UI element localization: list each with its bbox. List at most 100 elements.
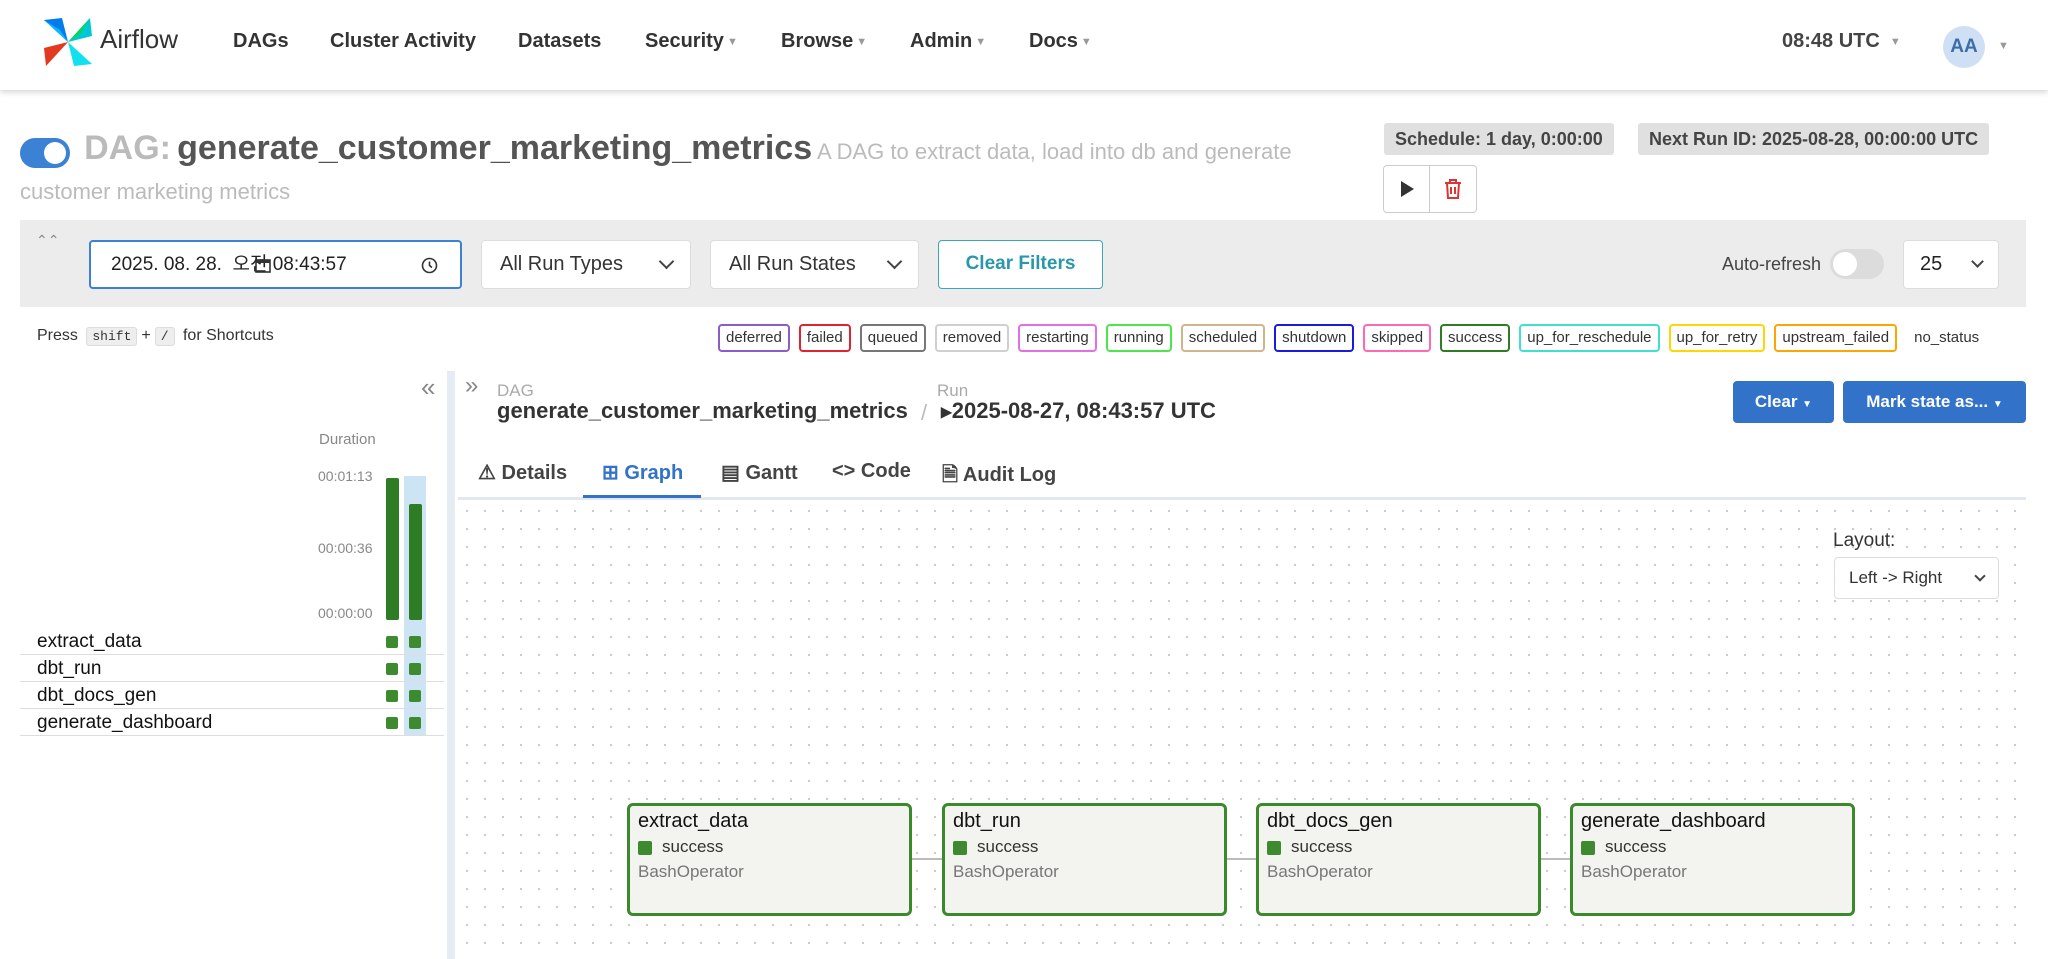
caret-down-icon: ▼ — [856, 35, 868, 48]
num-runs-select[interactable]: 25 — [1903, 240, 1999, 289]
task-row[interactable]: dbt_docs_gen — [20, 682, 444, 709]
airflow-logo[interactable]: Airflow — [40, 14, 178, 70]
graph-node[interactable]: generate_dashboard success BashOperator — [1570, 803, 1855, 916]
run-duration-bar[interactable] — [386, 478, 399, 620]
nav-datasets[interactable]: Datasets — [518, 30, 601, 53]
tab-details-label: Details — [501, 462, 568, 484]
nav-admin[interactable]: Admin ▼ — [910, 30, 986, 53]
delete-dag-button[interactable] — [1430, 165, 1477, 213]
clock-icon[interactable] — [421, 257, 438, 274]
breadcrumb-run-value: 2025-08-27, 08:43:57 UTC — [951, 398, 1216, 423]
state-badge-restarting[interactable]: restarting — [1018, 324, 1097, 352]
task-instance-square[interactable] — [386, 717, 398, 729]
expand-right-icon[interactable]: » — [465, 372, 478, 400]
state-badge-success[interactable]: success — [1440, 324, 1511, 352]
breadcrumb-run[interactable]: ▶2025-08-27, 08:43:57 UTC — [941, 398, 1216, 424]
state-badge-no_status[interactable]: no_status — [1906, 324, 1987, 352]
tab-audit-log[interactable]: 🗎 Audit Log — [942, 460, 1056, 494]
node-state-square — [1581, 841, 1595, 855]
node-operator: BashOperator — [953, 862, 1059, 881]
avatar[interactable]: AA — [1943, 26, 1985, 68]
graph-edge — [1540, 858, 1571, 860]
utc-clock-label: 08:48 UTC — [1782, 30, 1880, 52]
state-badge-scheduled[interactable]: scheduled — [1180, 324, 1266, 352]
tab-graph-label: Graph — [624, 462, 684, 484]
task-instance-square[interactable] — [409, 717, 421, 729]
nav-security[interactable]: Security ▼ — [645, 30, 738, 53]
task-instance-square[interactable] — [386, 636, 398, 648]
node-state: success — [977, 837, 1039, 856]
graph-node[interactable]: dbt_docs_gen success BashOperator — [1256, 803, 1541, 916]
selected-run-duration-bar[interactable] — [409, 504, 422, 620]
run-type-select[interactable]: All Run Types — [481, 240, 691, 289]
play-icon — [1400, 181, 1414, 197]
dag-pause-toggle[interactable] — [20, 138, 70, 169]
pinwheel-icon — [44, 18, 92, 66]
state-badge-queued[interactable]: queued — [859, 324, 926, 352]
shift-key: shift — [86, 327, 138, 346]
mark-state-button[interactable]: Mark state as... ▼ — [1843, 381, 2026, 423]
tab-gantt[interactable]: ▤ Gantt — [721, 460, 798, 485]
state-badge-up_for_retry[interactable]: up_for_retry — [1668, 324, 1766, 352]
task-instance-square[interactable] — [409, 690, 421, 702]
tab-details[interactable]: ⚠ Details — [478, 460, 567, 485]
state-badge-skipped[interactable]: skipped — [1363, 324, 1432, 352]
state-badge-removed[interactable]: removed — [934, 324, 1010, 352]
task-instance-square[interactable] — [386, 690, 398, 702]
task-name: dbt_run — [37, 658, 102, 679]
duration-tick: 00:00:00 — [318, 605, 373, 621]
execution-date-value: 2025. 08. 28. 오전 08:43:57 — [111, 254, 347, 275]
state-badge-shutdown[interactable]: shutdown — [1274, 324, 1355, 352]
task-row[interactable]: extract_data — [20, 628, 444, 655]
caret-down-icon[interactable]: ▼ — [1998, 40, 2009, 52]
nav-cluster-activity[interactable]: Cluster Activity — [330, 30, 476, 53]
task-row[interactable]: dbt_run — [20, 655, 444, 682]
duration-tick: 00:01:13 — [318, 468, 373, 484]
execution-date-input[interactable]: 2025. 08. 28. 오전 08:43:57 — [89, 240, 462, 289]
task-instance-square[interactable] — [409, 636, 421, 648]
tab-graph[interactable]: ⊞ Graph — [602, 460, 683, 485]
auto-refresh-toggle[interactable] — [1830, 249, 1884, 279]
node-state-square — [953, 841, 967, 855]
caret-down-icon: ▼ — [1802, 399, 1813, 410]
schedule-badge: Schedule: 1 day, 0:00:00 — [1384, 123, 1614, 155]
state-badge-deferred[interactable]: deferred — [718, 324, 790, 352]
pane-divider[interactable] — [447, 371, 455, 959]
collapse-left-icon[interactable]: « — [421, 372, 435, 403]
graph-node[interactable]: extract_data success BashOperator — [627, 803, 912, 916]
nav-dags[interactable]: DAGs — [233, 30, 289, 53]
nav-datasets-label: Datasets — [518, 30, 602, 52]
nav-docs-label: Docs — [1029, 30, 1078, 52]
calendar-icon[interactable] — [255, 257, 271, 273]
node-task-name: dbt_docs_gen — [1267, 810, 1393, 832]
shortcut-plus: + — [141, 327, 151, 344]
tab-code[interactable]: <> Code — [832, 460, 911, 483]
node-operator: BashOperator — [1267, 862, 1373, 881]
task-instance-square[interactable] — [386, 663, 398, 675]
nav-browse[interactable]: Browse ▼ — [781, 30, 867, 53]
trigger-dag-button[interactable] — [1383, 165, 1430, 213]
layout-select[interactable]: Left -> Right — [1834, 557, 1999, 599]
state-badge-up_for_reschedule[interactable]: up_for_reschedule — [1519, 324, 1660, 352]
node-state-square — [1267, 841, 1281, 855]
collapse-up-icon[interactable]: ⌃⌃ — [36, 232, 59, 249]
run-state-select[interactable]: All Run States — [710, 240, 919, 289]
breadcrumb-dag-name[interactable]: generate_customer_marketing_metrics — [497, 398, 908, 424]
mark-state-button-label: Mark state as... — [1866, 392, 1989, 411]
code-icon: <> — [832, 460, 856, 482]
clear-button-label: Clear — [1754, 392, 1798, 411]
utc-clock[interactable]: 08:48 UTC ▼ — [1782, 30, 1901, 53]
graph-node[interactable]: dbt_run success BashOperator — [942, 803, 1227, 916]
shortcut-press: Press — [37, 327, 78, 344]
node-task-name: dbt_run — [953, 810, 1021, 832]
state-badge-failed[interactable]: failed — [798, 324, 851, 352]
task-row[interactable]: generate_dashboard — [20, 709, 444, 736]
state-badge-upstream_failed[interactable]: upstream_failed — [1774, 324, 1898, 352]
state-badge-running[interactable]: running — [1105, 324, 1172, 352]
task-instance-square[interactable] — [409, 663, 421, 675]
node-state-square — [638, 841, 652, 855]
nav-docs[interactable]: Docs ▼ — [1029, 30, 1092, 53]
clear-button[interactable]: Clear ▼ — [1733, 381, 1834, 423]
clear-filters-button[interactable]: Clear Filters — [938, 240, 1103, 289]
num-runs-value: 25 — [1920, 253, 1943, 275]
